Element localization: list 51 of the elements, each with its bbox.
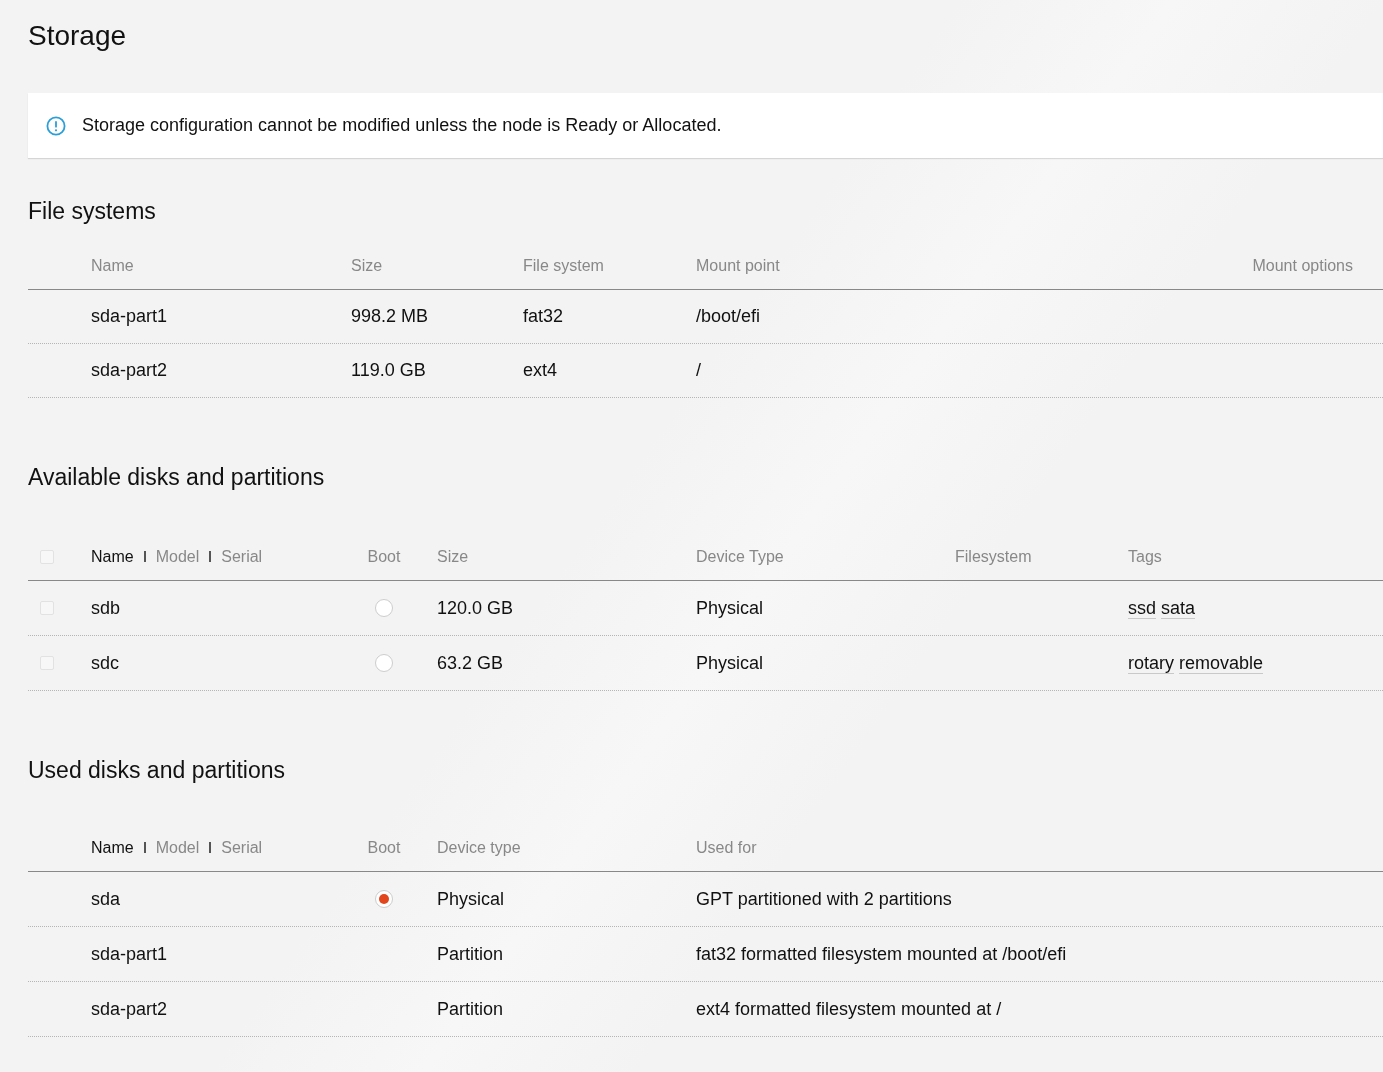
boot-radio[interactable] <box>375 654 393 672</box>
table-cell: Partition <box>437 943 504 965</box>
column-header: File system <box>523 256 604 275</box>
table-cell: sda-part1 <box>91 306 168 327</box>
tag-link[interactable]: removable <box>1179 652 1264 674</box>
section-heading: File systems <box>28 197 156 226</box>
column-header: Mount point <box>696 256 780 275</box>
column-header: Device Type <box>696 547 784 566</box>
table-cell: GPT partitioned with 2 partitions <box>696 888 952 910</box>
column-header: Boot <box>367 547 401 566</box>
table-cell: ext4 <box>523 360 558 381</box>
table-cell: sdc <box>91 652 119 674</box>
table-cell: 998.2 MB <box>351 306 429 327</box>
table-cell: / <box>696 360 701 381</box>
table-cell: /boot/efi <box>696 306 761 327</box>
table-cell: Physical <box>696 597 764 619</box>
tag-link[interactable]: sata <box>1161 597 1196 619</box>
column-header: Boot <box>367 838 401 857</box>
boot-radio[interactable] <box>375 599 393 617</box>
column-header: Mount options <box>1252 256 1353 275</box>
table-cell: Physical <box>696 652 764 674</box>
column-header: Tags <box>1128 547 1162 566</box>
section-heading: Available disks and partitions <box>28 463 325 492</box>
column-header: Name <box>91 256 134 275</box>
table-cell: fat32 formatted filesystem mounted at /boot/efi <box>696 943 1067 965</box>
table-cell: 63.2 GB <box>437 652 504 674</box>
column-header: Size <box>437 547 469 566</box>
table-cell: sda-part2 <box>91 360 168 381</box>
table-cell: sda-part1 <box>91 943 168 965</box>
table-cell: ext4 formatted filesystem mounted at / <box>696 998 1002 1020</box>
tag-link[interactable]: ssd <box>1128 597 1156 619</box>
table-cell: sda-part2 <box>91 998 168 1020</box>
table-cell: fat32 <box>523 306 564 327</box>
table-cell: Partition <box>437 998 504 1020</box>
table-cell: sdb <box>91 597 121 619</box>
column-header: Filesystem <box>955 547 1032 566</box>
sort-button[interactable]: Name <box>91 547 134 566</box>
sort-button[interactable]: Name <box>91 838 134 857</box>
page-title: Storage <box>28 19 127 53</box>
table-cell: sda <box>91 888 121 910</box>
table-cell: 119.0 GB <box>351 360 426 381</box>
section-heading: Used disks and partitions <box>28 756 285 785</box>
table-cell: Physical <box>437 888 505 910</box>
notification-message: Storage configuration cannot be modified unless the node is Ready or Allocated. <box>82 115 722 136</box>
tag-link[interactable]: rotary <box>1128 652 1174 674</box>
info-icon <box>46 115 66 136</box>
column-header: Device type <box>437 838 521 857</box>
table-cell: 120.0 GB <box>437 597 514 619</box>
boot-radio[interactable] <box>375 890 393 908</box>
column-header: Size <box>351 256 383 275</box>
column-header: Used for <box>696 838 757 857</box>
